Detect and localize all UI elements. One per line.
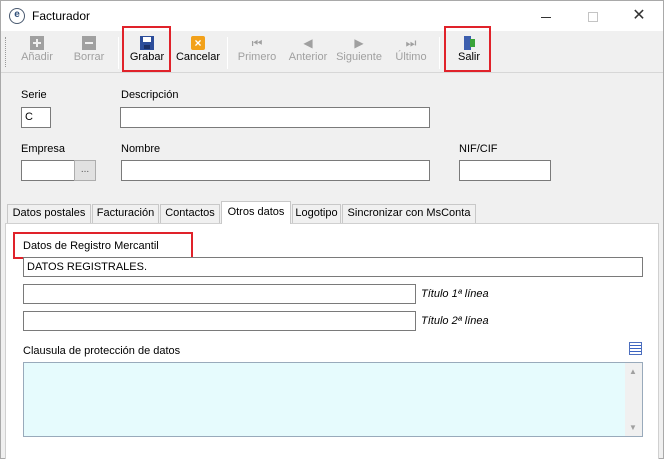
scroll-down-icon[interactable]: ▼: [629, 423, 637, 432]
next-record-icon: ▶: [354, 36, 364, 50]
add-label: Añadir: [21, 51, 53, 63]
maximize-button[interactable]: [570, 1, 616, 31]
tab-contactos[interactable]: Contactos: [160, 204, 220, 223]
toolbar-separator: [227, 37, 228, 69]
clausula-textarea[interactable]: ▲ ▼: [23, 362, 643, 437]
tab-logotipo[interactable]: Logotipo: [292, 204, 341, 223]
nombre-label: Nombre: [121, 143, 161, 155]
close-button[interactable]: ✕: [616, 1, 662, 31]
next-button[interactable]: ▶ Siguiente: [334, 34, 384, 72]
first-record-icon: ⏮: [251, 36, 263, 50]
nif-input[interactable]: [459, 160, 551, 181]
registro-mercantil-input[interactable]: DATOS REGISTRALES.: [23, 257, 643, 277]
delete-label: Borrar: [73, 51, 105, 63]
cancel-label: Cancelar: [175, 51, 221, 63]
descripcion-label: Descripción: [121, 89, 179, 101]
scroll-up-icon[interactable]: ▲: [629, 367, 637, 376]
serie-label: Serie: [21, 89, 47, 101]
titulo-1-label: Título 1ª línea: [421, 288, 489, 300]
previous-label: Anterior: [288, 51, 328, 63]
highlight-exit: [444, 26, 491, 72]
last-label: Último: [395, 51, 427, 63]
titulo-1-input[interactable]: [23, 284, 416, 304]
facturador-window: e Facturador ✕ Añadir Borrar Grabar × Ca…: [0, 0, 664, 459]
serie-input[interactable]: C: [21, 107, 51, 128]
previous-button[interactable]: ◀ Anterior: [285, 34, 331, 72]
tab-otros-datos[interactable]: Otros datos: [221, 201, 291, 224]
title-bar: e Facturador ✕: [1, 1, 663, 31]
delete-button[interactable]: Borrar: [67, 34, 111, 72]
clausula-scrollbar[interactable]: ▲ ▼: [625, 363, 642, 436]
cancel-button[interactable]: × Cancelar: [175, 34, 221, 72]
minus-icon: [82, 36, 96, 50]
highlight-registro-mercantil: [13, 232, 193, 259]
last-button[interactable]: ⏭ Último: [390, 34, 432, 72]
add-button[interactable]: Añadir: [15, 34, 59, 72]
toolbar-separator: [439, 37, 440, 69]
tab-facturacion[interactable]: Facturación: [92, 204, 159, 223]
minimize-button[interactable]: [523, 1, 569, 31]
titulo-2-input[interactable]: [23, 311, 416, 331]
descripcion-input[interactable]: [120, 107, 430, 128]
first-label: Primero: [237, 51, 277, 63]
previous-record-icon: ◀: [303, 36, 313, 50]
window-title: Facturador: [32, 9, 91, 23]
empresa-label: Empresa: [21, 143, 66, 155]
plus-icon: [30, 36, 44, 50]
tab-datos-postales[interactable]: Datos postales: [7, 204, 91, 223]
first-button[interactable]: ⏮ Primero: [235, 34, 279, 72]
next-label: Siguiente: [336, 51, 382, 63]
tab-sincronizar-msconta[interactable]: Sincronizar con MsConta: [342, 204, 476, 223]
empresa-lookup-button[interactable]: ...: [74, 160, 96, 181]
app-e-icon: e: [9, 8, 25, 24]
toolbar-grip: [5, 37, 8, 67]
toolbar: Añadir Borrar Grabar × Cancelar ⏮ Primer…: [1, 31, 663, 73]
cancel-x-icon: ×: [191, 36, 205, 50]
text-editor-icon[interactable]: [629, 342, 642, 355]
last-record-icon: ⏭: [405, 36, 417, 50]
minimize-icon: [541, 16, 551, 18]
highlight-save: [122, 26, 171, 72]
nif-label: NIF/CIF: [459, 143, 498, 155]
titulo-2-label: Título 2ª línea: [421, 315, 489, 327]
nombre-input[interactable]: [121, 160, 430, 181]
close-icon: ✕: [632, 7, 646, 24]
maximize-icon: [588, 12, 598, 23]
empresa-input[interactable]: [21, 160, 75, 181]
toolbar-separator: [118, 37, 119, 69]
clausula-label: Clausula de protección de datos: [23, 345, 181, 357]
